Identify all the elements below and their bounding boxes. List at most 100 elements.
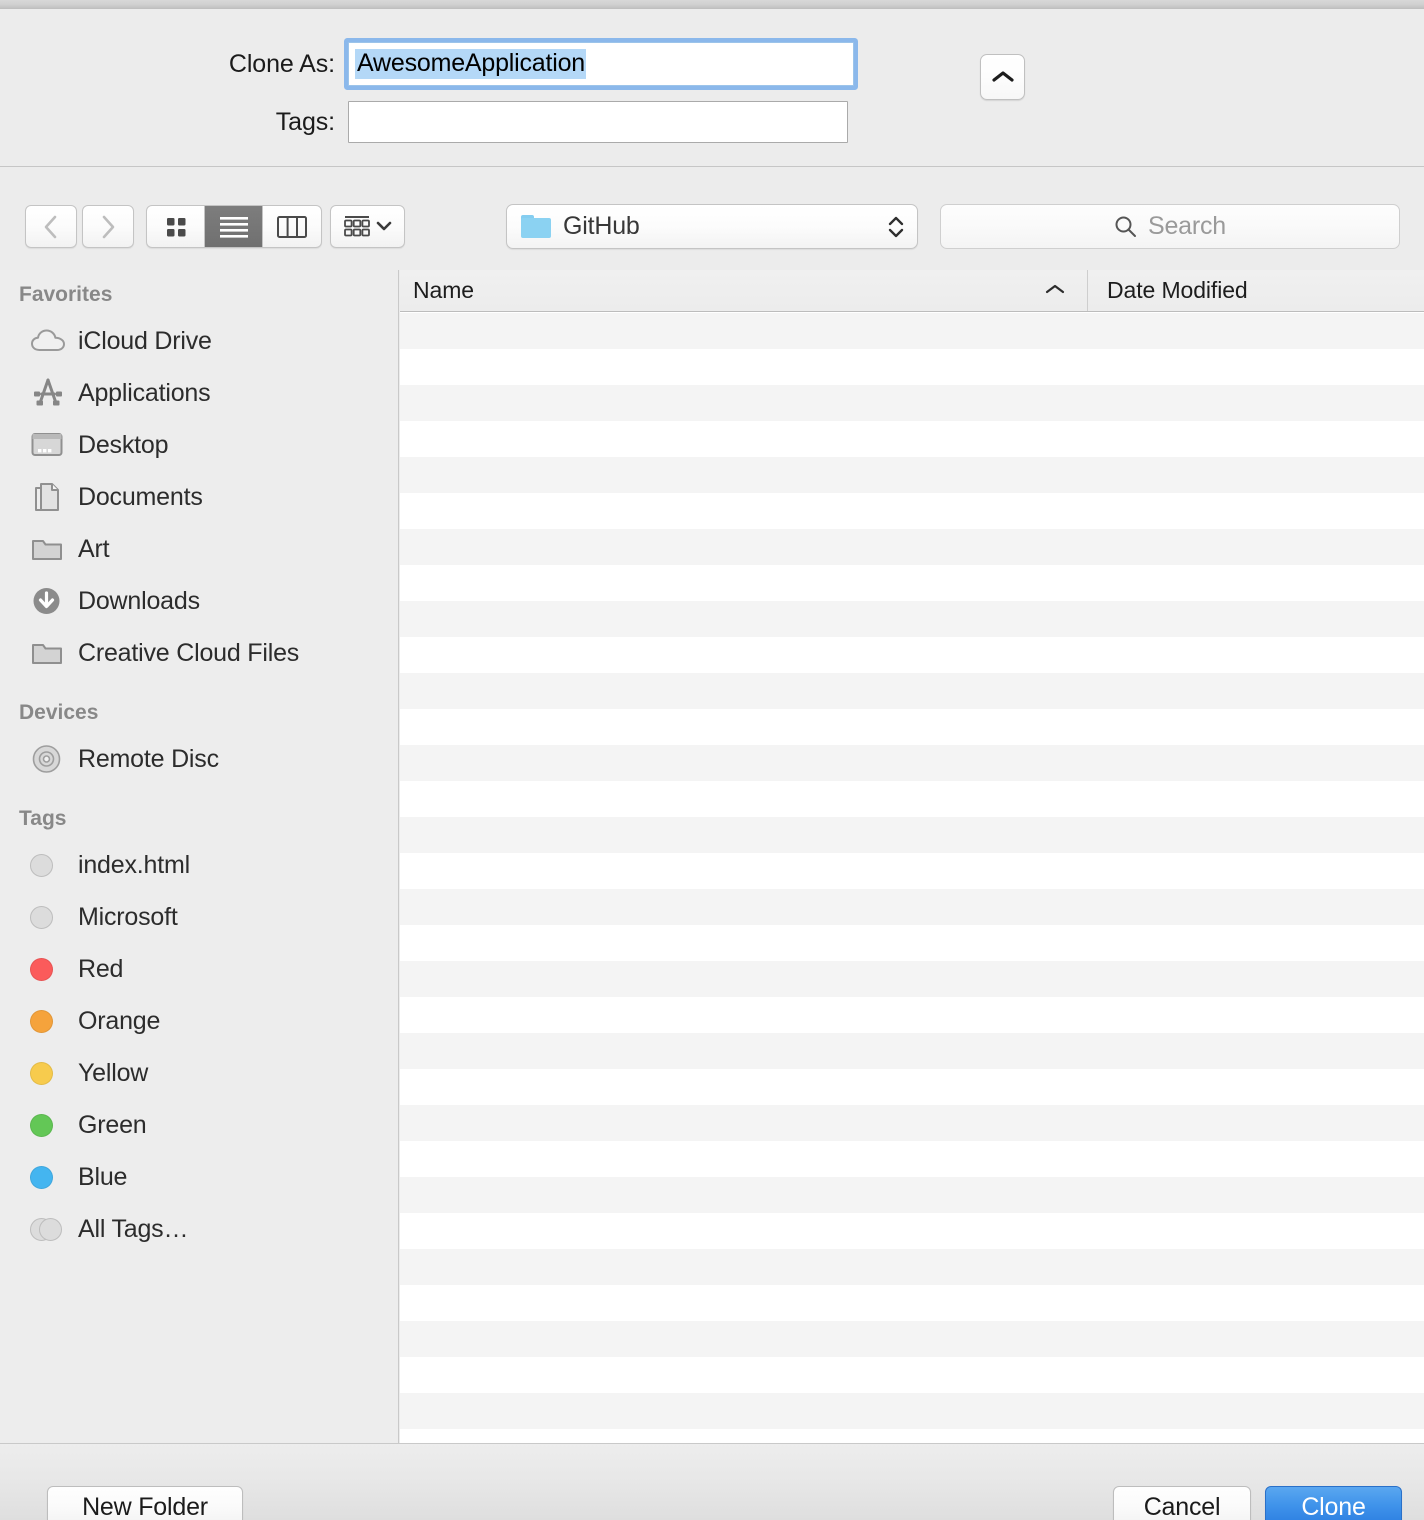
tag-dot-icon: [30, 957, 70, 981]
sidebar-item-tag-orange[interactable]: Orange: [0, 995, 398, 1047]
browser-content: Favorites iCloud Drive Applications Desk…: [0, 270, 1424, 1443]
table-row[interactable]: [400, 889, 1424, 925]
table-row[interactable]: [400, 637, 1424, 673]
sidebar-item-downloads[interactable]: Downloads: [0, 575, 398, 627]
table-row[interactable]: [400, 493, 1424, 529]
table-row[interactable]: [400, 1357, 1424, 1393]
column-header-name-label: Name: [413, 277, 474, 303]
table-row[interactable]: [400, 925, 1424, 961]
sidebar-item-label: index.html: [78, 850, 190, 879]
table-row[interactable]: [400, 601, 1424, 637]
table-row[interactable]: [400, 1429, 1424, 1443]
sidebar-item-tag-blue[interactable]: Blue: [0, 1151, 398, 1203]
sidebar-item-label: Orange: [78, 1006, 161, 1035]
sidebar-item-creative-cloud-files[interactable]: Creative Cloud Files: [0, 627, 398, 679]
table-row[interactable]: [400, 421, 1424, 457]
sidebar-item-tag-yellow[interactable]: Yellow: [0, 1047, 398, 1099]
table-row[interactable]: [400, 709, 1424, 745]
table-row[interactable]: [400, 349, 1424, 385]
tag-dot-icon: [30, 1061, 70, 1085]
navigation-buttons: [25, 205, 134, 248]
table-row[interactable]: [400, 1105, 1424, 1141]
table-row[interactable]: [400, 1033, 1424, 1069]
sidebar-item-label: Desktop: [78, 430, 169, 459]
sidebar-item-label: Red: [78, 954, 124, 983]
sidebar-item-documents[interactable]: Documents: [0, 471, 398, 523]
sidebar-item-label: Applications: [78, 378, 211, 407]
cloud-icon: [30, 328, 70, 354]
location-popup-button[interactable]: GitHub: [506, 204, 918, 249]
table-row[interactable]: [400, 1177, 1424, 1213]
clone-as-label: Clone As:: [228, 49, 335, 78]
sidebar-item-label: Yellow: [78, 1058, 149, 1087]
table-row[interactable]: [400, 1285, 1424, 1321]
sidebar-item-tag-index-html[interactable]: index.html: [0, 839, 398, 891]
sidebar-section-tags-title: Tags: [19, 807, 67, 830]
sidebar-item-icloud-drive[interactable]: iCloud Drive: [0, 315, 398, 367]
file-list-rows[interactable]: [400, 313, 1424, 1443]
sidebar-item-art[interactable]: Art: [0, 523, 398, 575]
sidebar-item-label: Blue: [78, 1162, 128, 1191]
table-row[interactable]: [400, 529, 1424, 565]
desktop-icon: [30, 431, 70, 459]
column-view-button[interactable]: [263, 206, 321, 247]
column-header-date-label: Date Modified: [1107, 277, 1248, 303]
sidebar-item-label: Microsoft: [78, 902, 178, 931]
clone-button[interactable]: Clone: [1265, 1486, 1402, 1520]
table-row[interactable]: [400, 961, 1424, 997]
updown-chevron-icon: [888, 216, 904, 237]
chevron-up-icon: [991, 71, 1014, 82]
view-mode-segmented-control: [146, 205, 322, 248]
sidebar-item-tag-microsoft[interactable]: Microsoft: [0, 891, 398, 943]
table-row[interactable]: [400, 781, 1424, 817]
sidebar-item-tag-green[interactable]: Green: [0, 1099, 398, 1151]
list-view-button[interactable]: [205, 206, 263, 247]
table-row[interactable]: [400, 1069, 1424, 1105]
back-button[interactable]: [25, 205, 77, 248]
sidebar-item-all-tags[interactable]: All Tags…: [0, 1203, 398, 1255]
documents-icon: [30, 481, 70, 513]
icon-view-button[interactable]: [147, 206, 205, 247]
all-tags-icon: [30, 1217, 70, 1241]
column-header-name[interactable]: Name: [400, 270, 1088, 311]
sidebar-item-desktop[interactable]: Desktop: [0, 419, 398, 471]
table-row[interactable]: [400, 853, 1424, 889]
sidebar-item-tag-red[interactable]: Red: [0, 943, 398, 995]
table-row[interactable]: [400, 457, 1424, 493]
arrange-by-button[interactable]: [330, 205, 405, 248]
column-header-date-modified[interactable]: Date Modified: [1088, 270, 1424, 311]
sidebar-item-label: iCloud Drive: [78, 326, 212, 355]
tag-dot-icon: [30, 905, 70, 929]
sidebar-section-devices-title: Devices: [19, 701, 99, 724]
forward-button[interactable]: [82, 205, 134, 248]
table-row[interactable]: [400, 1393, 1424, 1429]
table-row[interactable]: [400, 313, 1424, 349]
folder-icon: [30, 535, 70, 563]
grid-icon: [166, 217, 185, 236]
table-row[interactable]: [400, 997, 1424, 1033]
table-row[interactable]: [400, 565, 1424, 601]
sidebar-item-label: Downloads: [78, 586, 200, 615]
tags-input[interactable]: [348, 101, 848, 143]
sidebar-item-remote-disc[interactable]: Remote Disc: [0, 733, 398, 785]
table-row[interactable]: [400, 1213, 1424, 1249]
tags-label: Tags:: [275, 107, 335, 136]
table-row[interactable]: [400, 1249, 1424, 1285]
cancel-button[interactable]: Cancel: [1113, 1486, 1251, 1520]
table-row[interactable]: [400, 385, 1424, 421]
clone-as-input[interactable]: AwesomeApplication: [348, 42, 854, 86]
table-row[interactable]: [400, 1321, 1424, 1357]
folder-icon: [30, 639, 70, 667]
table-row[interactable]: [400, 745, 1424, 781]
table-row[interactable]: [400, 673, 1424, 709]
sidebar-item-applications[interactable]: Applications: [0, 367, 398, 419]
table-row[interactable]: [400, 817, 1424, 853]
new-folder-button[interactable]: New Folder: [47, 1486, 243, 1520]
collapse-panel-button[interactable]: [980, 54, 1025, 100]
sidebar-item-label: Art: [78, 534, 110, 563]
sidebar-item-label: All Tags…: [78, 1214, 189, 1243]
window-titlebar: [0, 0, 1424, 9]
file-list-header: Name Date Modified: [400, 270, 1424, 312]
table-row[interactable]: [400, 1141, 1424, 1177]
search-input[interactable]: Search: [940, 204, 1400, 249]
